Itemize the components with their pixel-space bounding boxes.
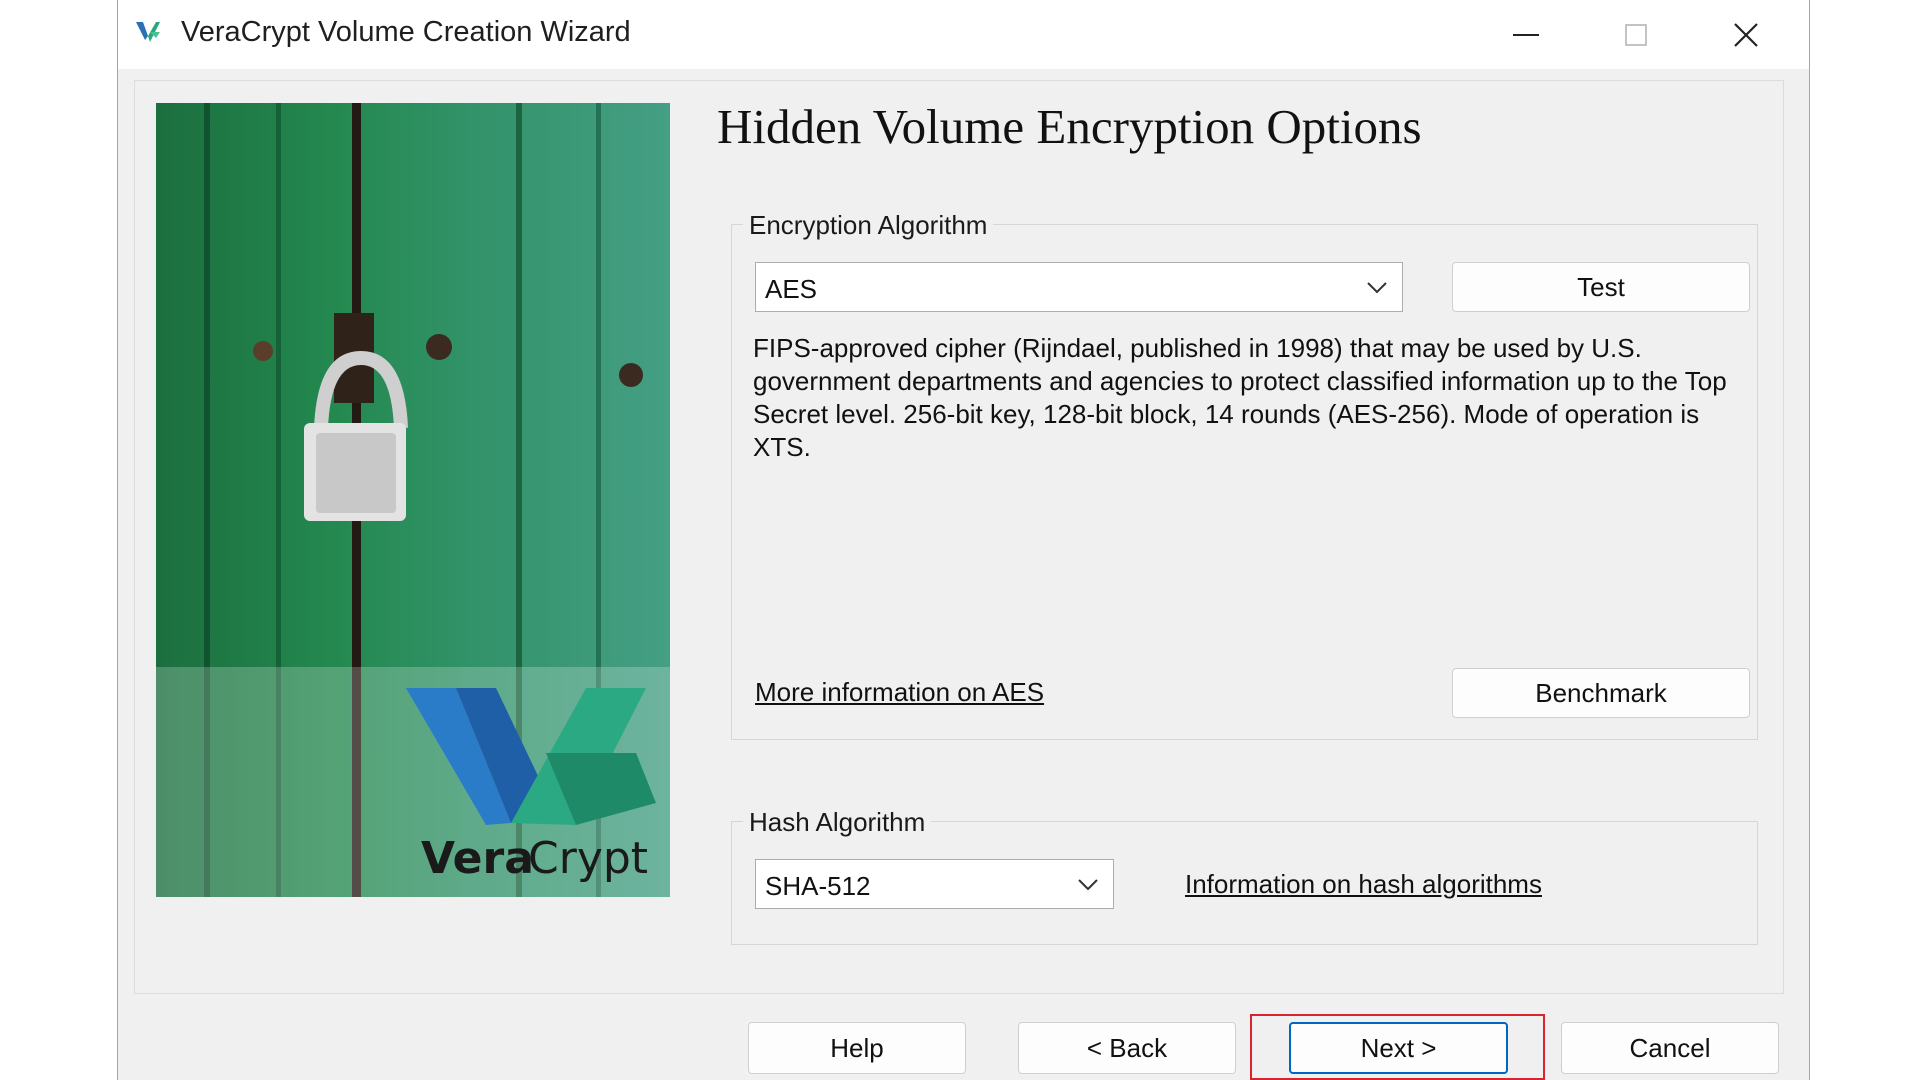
encryption-algorithm-select[interactable]: AES — [755, 262, 1403, 312]
encryption-algorithm-label: Encryption Algorithm — [743, 210, 994, 241]
hash-algorithm-value: SHA-512 — [765, 871, 871, 901]
help-button[interactable]: Help — [748, 1022, 966, 1074]
chevron-down-icon — [1367, 282, 1387, 294]
close-button[interactable] — [1691, 0, 1801, 69]
logo-text-light: Crypt — [528, 833, 648, 884]
encryption-description: FIPS-approved cipher (Rijndael, publishe… — [753, 333, 1727, 462]
window-title: VeraCrypt Volume Creation Wizard — [181, 16, 631, 48]
hash-algorithm-label: Hash Algorithm — [743, 807, 932, 838]
benchmark-button[interactable]: Benchmark — [1452, 668, 1750, 718]
title-bar[interactable]: VeraCrypt Volume Creation Wizard — [118, 0, 1809, 69]
padlock-door-illustration: Vera Crypt — [156, 103, 670, 897]
more-info-aes-link[interactable]: More information on AES — [755, 677, 1044, 708]
chevron-down-icon — [1078, 879, 1098, 891]
veracrypt-app-icon — [136, 22, 160, 42]
cancel-button[interactable]: Cancel — [1561, 1022, 1779, 1074]
next-button-highlight — [1250, 1014, 1545, 1080]
hash-algorithm-select[interactable]: SHA-512 — [755, 859, 1114, 909]
logo-text-bold: Vera — [421, 833, 534, 884]
minimize-button[interactable] — [1471, 0, 1581, 69]
minimize-icon — [1513, 33, 1539, 36]
encryption-algorithm-value: AES — [765, 274, 818, 304]
back-button[interactable]: < Back — [1018, 1022, 1236, 1074]
wizard-side-image: Vera Crypt — [156, 103, 670, 897]
maximize-button[interactable] — [1581, 0, 1691, 69]
hash-info-link[interactable]: Information on hash algorithms — [1185, 869, 1542, 900]
close-icon — [1734, 22, 1758, 47]
test-button[interactable]: Test — [1452, 262, 1750, 312]
page-title: Hidden Volume Encryption Options — [717, 99, 1422, 154]
maximize-icon — [1625, 23, 1647, 46]
